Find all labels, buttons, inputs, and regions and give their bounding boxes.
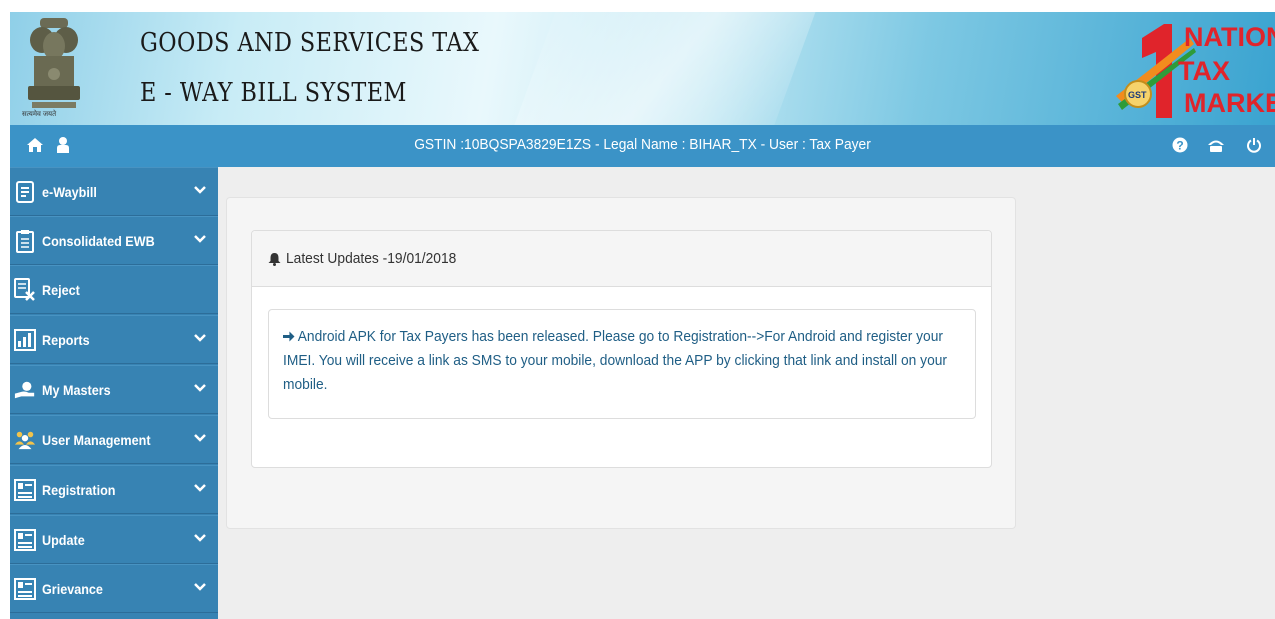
logo-line1: NATION: [1184, 22, 1275, 52]
sidebar-item-label: Reject: [42, 281, 80, 298]
chevron-down-icon: [194, 384, 206, 392]
sidebar-item-reject[interactable]: Reject: [10, 265, 218, 314]
app-title-line2: E - WAY BILL SYSTEM: [140, 78, 407, 108]
sidebar-item-my-masters[interactable]: My Masters: [10, 365, 218, 414]
bell-icon: [268, 252, 281, 266]
sidebar-item-grievance[interactable]: Grievance: [10, 564, 218, 613]
top-navbar: GSTIN :10BQSPA3829E1ZS - Legal Name : BI…: [10, 125, 1275, 167]
svg-text:?: ?: [1176, 139, 1183, 153]
content-panel: Latest Updates -19/01/2018 Android APK f…: [226, 197, 1016, 529]
chevron-down-icon: [194, 235, 206, 243]
header-banner: सत्यमेव जयते GOODS AND SERVICES TAX E - …: [10, 12, 1275, 125]
sidebar-item-consolidated-ewb[interactable]: Consolidated EWB: [10, 216, 218, 265]
sidebar: e-Waybill Consolidated EWB Reject Report…: [10, 167, 218, 619]
logo-line3: MARKET: [1184, 88, 1275, 118]
sidebar-item-label: Registration: [42, 481, 116, 498]
sidebar-item-user-management[interactable]: User Management: [10, 415, 218, 464]
latest-updates-title: Latest Updates -19/01/2018: [286, 250, 457, 267]
masters-hand-icon: [14, 378, 36, 402]
main-content: Latest Updates -19/01/2018 Android APK f…: [218, 167, 1275, 619]
latest-updates-panel: Latest Updates -19/01/2018 Android APK f…: [251, 230, 992, 468]
chevron-down-icon: [194, 484, 206, 492]
logo-line2: TAX: [1178, 56, 1230, 86]
latest-updates-header: Latest Updates -19/01/2018: [252, 231, 991, 287]
reject-document-icon: [14, 277, 36, 302]
sidebar-item-update[interactable]: Update: [10, 515, 218, 564]
sidebar-item-label: Grievance: [42, 580, 103, 597]
sidebar-item-label: Consolidated EWB: [42, 232, 155, 249]
arrow-right-icon: [283, 331, 295, 342]
national-emblem-icon: [28, 18, 80, 108]
chevron-down-icon: [194, 434, 206, 442]
sidebar-item-registration[interactable]: Registration: [10, 465, 218, 514]
update-text: Android APK for Tax Payers has been rele…: [283, 328, 948, 393]
sidebar-item-reports[interactable]: Reports: [10, 315, 218, 364]
update-list-item: Android APK for Tax Payers has been rele…: [268, 309, 976, 419]
users-group-icon: [14, 428, 36, 452]
power-icon[interactable]: [1246, 137, 1262, 153]
sidebar-item-label: My Masters: [42, 381, 111, 398]
change-password-icon[interactable]: [1206, 137, 1226, 153]
chevron-down-icon: [194, 534, 206, 542]
form-icon: [14, 577, 36, 601]
document-icon: [14, 180, 36, 204]
chevron-down-icon: [194, 334, 206, 342]
sidebar-item-label: User Management: [42, 431, 151, 448]
sidebar-item-label: Update: [42, 531, 85, 548]
form-icon: [14, 478, 36, 502]
home-icon[interactable]: [26, 137, 44, 153]
report-chart-icon: [14, 328, 36, 352]
clipboard-icon: [14, 229, 36, 253]
app-title-line1: GOODS AND SERVICES TAX: [140, 28, 480, 58]
sidebar-item-e-waybill[interactable]: e-Waybill: [10, 167, 218, 216]
gst-badge: GST: [1128, 90, 1147, 100]
form-icon: [14, 528, 36, 552]
emblem-caption: सत्यमेव जयते: [22, 111, 57, 118]
help-icon[interactable]: ?: [1172, 137, 1188, 153]
gstin-info: GSTIN :10BQSPA3829E1ZS - Legal Name : BI…: [414, 136, 871, 153]
chevron-down-icon: [194, 583, 206, 591]
sidebar-item-label: e-Waybill: [42, 183, 97, 200]
sidebar-item-label: Reports: [42, 331, 90, 348]
chevron-down-icon: [194, 186, 206, 194]
